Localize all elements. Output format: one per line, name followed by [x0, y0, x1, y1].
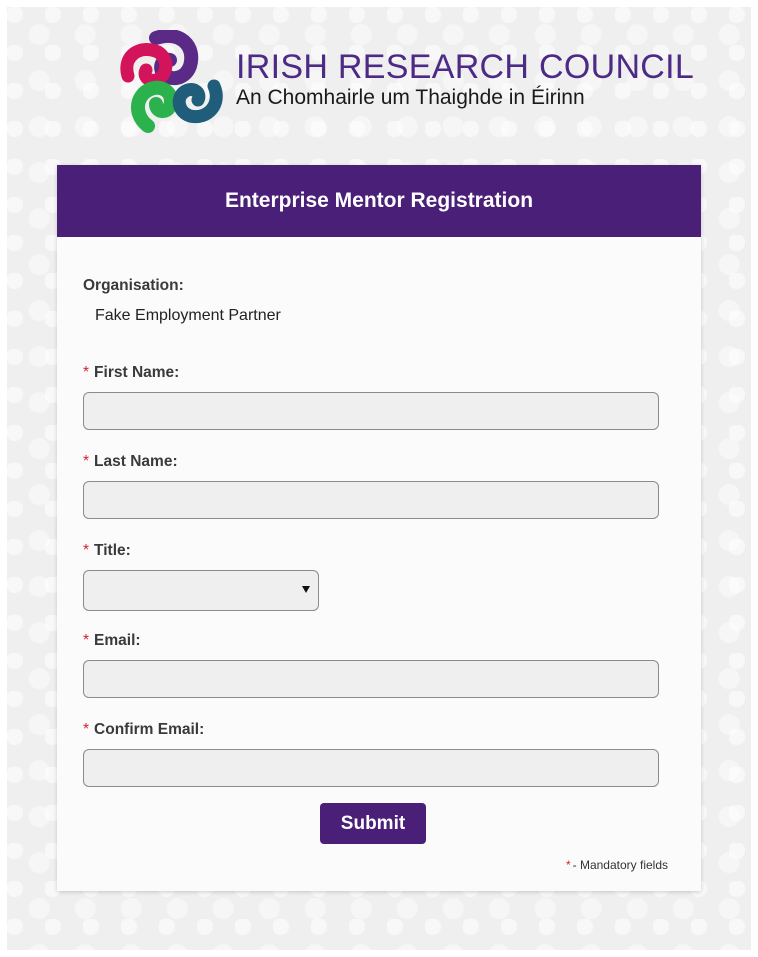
- organisation-value: Fake Employment Partner: [95, 307, 281, 324]
- email-input[interactable]: [83, 660, 659, 698]
- required-marker: *: [565, 858, 571, 872]
- irish-research-council-logo: IRISH RESEARCH COUNCIL An Chomhairle um …: [118, 30, 694, 140]
- submit-button[interactable]: Submit: [320, 803, 426, 844]
- form-heading: Enterprise Mentor Registration: [57, 165, 701, 237]
- first-name-input[interactable]: [83, 392, 659, 430]
- logo-subtitle: An Chomhairle um Thaighde in Éirinn: [236, 86, 585, 109]
- celtic-knot-logo-icon: [120, 30, 223, 133]
- required-marker: *: [83, 453, 90, 470]
- last-name-label: * Last Name:: [83, 453, 178, 471]
- mandatory-note-text: - Mandatory fields: [572, 858, 668, 872]
- registration-card: Enterprise Mentor Registration Organisat…: [57, 165, 701, 891]
- confirm-email-label-text: Confirm Email:: [94, 721, 205, 738]
- required-marker: *: [83, 721, 90, 738]
- email-label-text: Email:: [94, 632, 141, 649]
- required-marker: *: [83, 364, 90, 381]
- title-label: * Title:: [83, 542, 131, 560]
- title-label-text: Title:: [94, 542, 131, 559]
- last-name-label-text: Last Name:: [94, 453, 178, 470]
- required-marker: *: [83, 542, 90, 559]
- last-name-input[interactable]: [83, 481, 659, 519]
- logo-title: IRISH RESEARCH COUNCIL: [236, 48, 695, 86]
- dropdown-arrow-icon: [302, 586, 310, 593]
- title-select[interactable]: [83, 570, 319, 611]
- required-marker: *: [83, 632, 90, 649]
- confirm-email-input[interactable]: [83, 749, 659, 787]
- first-name-label: * First Name:: [83, 364, 179, 382]
- organisation-label: Organisation:: [83, 277, 184, 294]
- first-name-label-text: First Name:: [94, 364, 180, 381]
- confirm-email-label: * Confirm Email:: [83, 721, 204, 739]
- email-label: * Email:: [83, 632, 141, 650]
- mandatory-fields-note: * - Mandatory fields: [566, 858, 668, 872]
